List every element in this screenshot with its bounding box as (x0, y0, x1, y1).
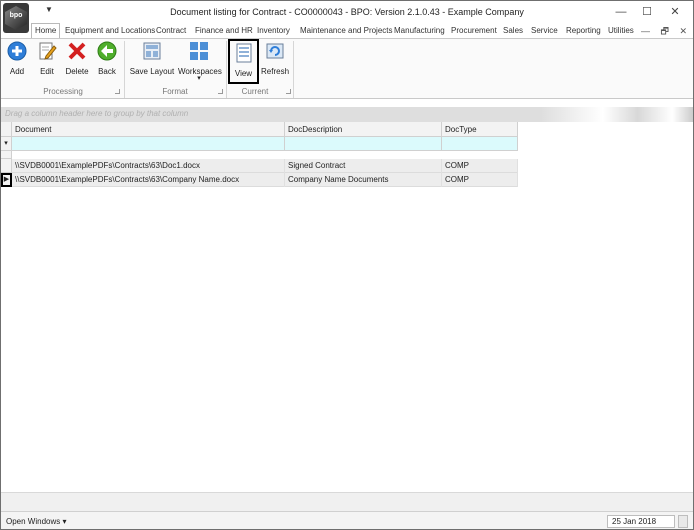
cell-docdescription[interactable]: Signed Contract (285, 159, 442, 173)
group-separator (124, 41, 125, 98)
delete-icon (68, 42, 86, 60)
cell-document[interactable]: \\SVDB0001\ExamplePDFs\Contracts\63\Comp… (12, 173, 285, 187)
group-by-hint: Drag a column header here to group by th… (5, 109, 189, 118)
table-row[interactable]: \\SVDB0001\ExamplePDFs\Contracts\63\Doc1… (12, 159, 518, 173)
edit-icon (39, 42, 57, 60)
cell-doctype[interactable]: COMP (442, 173, 518, 187)
refresh-label: Refresh (261, 67, 290, 76)
tab-reporting[interactable]: Reporting (566, 24, 601, 38)
grid-corner (1, 122, 12, 137)
chevron-down-icon: ▾ (197, 75, 201, 82)
view-button[interactable]: View (228, 39, 259, 84)
back-icon (97, 41, 117, 61)
filter-cell-doctype[interactable] (442, 137, 518, 151)
refresh-icon (266, 43, 284, 59)
filter-icon[interactable]: ▾ (1, 137, 12, 151)
open-windows-button[interactable]: Open Windows ▾ (6, 517, 66, 526)
tab-procurement[interactable]: Procurement (451, 24, 497, 38)
cell-docdescription[interactable]: Company Name Documents (285, 173, 442, 187)
logo-text: bpo (9, 12, 23, 19)
tab-home[interactable]: Home (31, 23, 61, 38)
add-button[interactable]: Add (5, 41, 29, 83)
table-row[interactable]: \\SVDB0001\ExamplePDFs\Contracts\63\Comp… (12, 173, 518, 187)
horizontal-scrollbar[interactable] (1, 492, 693, 511)
column-header-doctype[interactable]: DocType (442, 122, 518, 137)
date-field[interactable]: 25 Jan 2018 (607, 515, 675, 528)
mdi-minimize-button[interactable]: — (641, 26, 650, 36)
current-launcher-icon[interactable] (286, 89, 291, 94)
group-current-label: Current (241, 87, 269, 96)
mdi-close-button[interactable]: ✕ (679, 26, 687, 36)
tab-sales[interactable]: Sales (503, 24, 523, 38)
workspaces-button[interactable]: Workspaces ▾ (178, 41, 222, 83)
tab-manufacturing[interactable]: Manufacturing (394, 24, 445, 38)
window-title: Document listing for Contract - CO000004… (170, 7, 524, 17)
back-button[interactable]: Back (95, 41, 119, 83)
ribbon-tabs: Home Equipment and Locations Contract Fi… (1, 23, 693, 38)
save-layout-icon (143, 42, 161, 60)
maximize-button[interactable]: ☐ (633, 3, 661, 21)
bpo-logo[interactable]: bpo (3, 3, 29, 33)
document-grid: Document DocDescription DocType ▾ \\SVDB… (1, 122, 693, 492)
format-launcher-icon[interactable] (218, 89, 223, 94)
tab-service[interactable]: Service (531, 24, 558, 38)
filter-cell-document[interactable] (12, 137, 285, 151)
view-icon (236, 43, 251, 63)
tab-finance-and-hr[interactable]: Finance and HR (195, 24, 253, 38)
row-indicator[interactable] (1, 159, 12, 173)
row-indicator (1, 151, 12, 159)
cell-document[interactable]: \\SVDB0001\ExamplePDFs\Contracts\63\Doc1… (12, 159, 285, 173)
close-button[interactable]: ✕ (661, 3, 689, 21)
edit-button[interactable]: Edit (35, 41, 59, 83)
mdi-restore-button[interactable]: 🗗 (660, 26, 668, 36)
status-bar: Open Windows ▾ 25 Jan 2018 (1, 511, 693, 529)
date-dropdown-button[interactable] (678, 515, 688, 528)
view-label: View (234, 69, 253, 78)
tab-equipment-and-locations[interactable]: Equipment and Locations (65, 24, 155, 38)
column-header-docdescription[interactable]: DocDescription (285, 122, 442, 137)
app-window: bpo ▼ Document listing for Contract - CO… (0, 0, 694, 530)
group-processing-label: Processing (43, 87, 83, 96)
group-by-panel[interactable]: Drag a column header here to group by th… (1, 107, 693, 122)
ribbon: Add Edit Delete Back Processing Save Lay… (1, 38, 693, 99)
group-format-label: Format (162, 87, 188, 96)
group-separator (293, 41, 294, 98)
column-header-document[interactable]: Document (12, 122, 285, 137)
delete-button[interactable]: Delete (63, 41, 91, 83)
save-layout-button[interactable]: Save Layout (129, 41, 175, 83)
edit-label: Edit (40, 67, 54, 76)
current-row-indicator-icon[interactable]: ▶ (1, 173, 12, 187)
title-bar: bpo ▼ Document listing for Contract - CO… (1, 1, 693, 33)
tab-maintenance-and-projects[interactable]: Maintenance and Projects (300, 24, 393, 38)
tab-utilities[interactable]: Utilities (608, 24, 634, 38)
cell-doctype[interactable]: COMP (442, 159, 518, 173)
tab-contract[interactable]: Contract (156, 24, 186, 38)
add-icon (7, 41, 27, 61)
save-layout-label: Save Layout (129, 67, 175, 76)
filter-cell-docdescription[interactable] (285, 137, 442, 151)
processing-launcher-icon[interactable] (115, 89, 120, 94)
workspaces-icon (190, 42, 208, 60)
delete-label: Delete (65, 67, 89, 76)
back-label: Back (98, 67, 116, 76)
tab-inventory[interactable]: Inventory (257, 24, 290, 38)
add-label: Add (9, 67, 25, 76)
minimize-button[interactable]: — (607, 3, 635, 21)
refresh-button[interactable]: Refresh (261, 41, 289, 83)
